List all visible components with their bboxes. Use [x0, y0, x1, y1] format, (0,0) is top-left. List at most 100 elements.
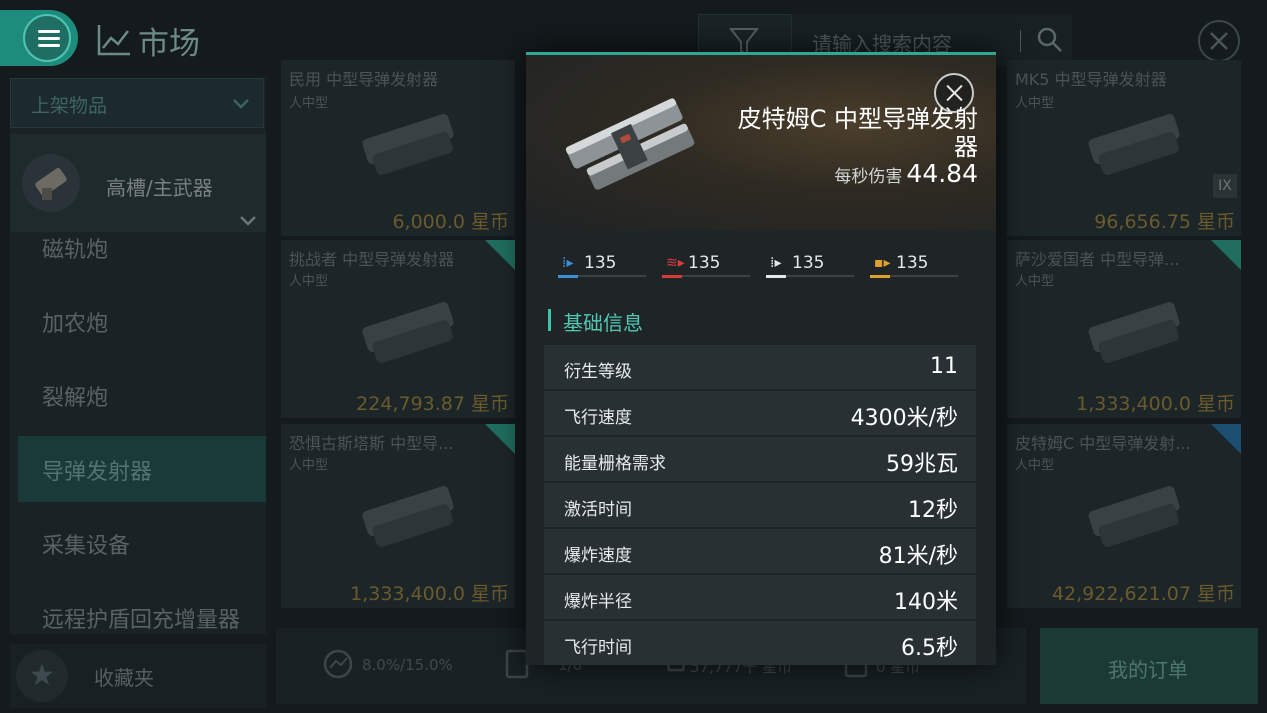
market-item-card[interactable]: 挑战者 中型导弹发射器 人中型 224,793.87 星币 [281, 240, 515, 418]
property-label: 飞行时间 [564, 638, 632, 658]
listing-type-dropdown[interactable]: 上架物品 [10, 78, 264, 128]
my-orders-button[interactable]: 我的订单 [1040, 628, 1258, 704]
item-name: 皮特姆C 中型导弹发射... [1015, 434, 1191, 453]
dps-value: 44.84 [906, 159, 978, 188]
item-price: 1,333,400.0 星币 [350, 583, 509, 605]
market-item-card[interactable]: 萨沙爱国者 中型导弹... 人中型 1,333,400.0 星币 [1007, 240, 1241, 418]
item-size: 人中型 [1015, 458, 1055, 473]
property-label: 爆炸半径 [564, 592, 632, 612]
property-value: 59兆瓦 [886, 452, 958, 477]
dps-readout: 每秒伤害 44.84 [834, 159, 978, 188]
rarity-badge [1211, 424, 1241, 454]
property-row: 激活时间 12秒 [544, 483, 976, 527]
search-icon[interactable] [1036, 26, 1064, 54]
tech-level-badge: IX [1213, 174, 1237, 198]
property-list: 衍生等级 11 飞行速度 4300米/秒 能量栅格需求 59兆瓦 激活时间 12… [544, 345, 976, 665]
item-name: 恐惧古斯塔斯 中型导... [289, 434, 454, 453]
kinetic-damage-icon: ⁞▸ [770, 255, 782, 271]
search-divider [1020, 30, 1021, 52]
property-value: 140米 [894, 590, 958, 615]
property-label: 激活时间 [564, 500, 632, 520]
sidebar-item-disintegrator[interactable]: 裂解炮 [18, 362, 266, 428]
em-damage: ⁞▸ 135 [558, 251, 646, 279]
missile-launcher-image [362, 302, 454, 363]
damage-bar [558, 275, 578, 278]
dps-label: 每秒伤害 [834, 167, 903, 187]
chart-icon [97, 25, 130, 56]
damage-bar [662, 275, 682, 278]
item-detail-modal: 皮特姆C 中型导弹发射器 每秒伤害 44.84 ⁞▸ 135 ≋▸ 135 ⁞▸ … [526, 52, 996, 665]
property-label: 衍生等级 [564, 362, 632, 382]
item-name: MK5 中型导弹发射器 [1015, 70, 1167, 89]
favorites-label: 收藏夹 [94, 666, 154, 690]
damage-types: ⁞▸ 135 ≋▸ 135 ⁞▸ 135 ▪▸ 135 [558, 251, 968, 281]
property-value: 4300米/秒 [850, 406, 958, 431]
close-icon [1210, 32, 1228, 50]
property-row: 爆炸速度 81米/秒 [544, 529, 976, 573]
item-size: 人中型 [289, 96, 329, 111]
property-row: 飞行时间 6.5秒 [544, 621, 976, 665]
item-price: 224,793.87 星币 [356, 393, 509, 415]
explosive-damage-icon: ▪▸ [874, 255, 891, 271]
sidebar-item-label: 磁轨炮 [42, 238, 109, 263]
missile-launcher-image [1088, 486, 1180, 547]
sidebar-item-label: 导弹发射器 [42, 460, 153, 485]
property-value: 6.5秒 [901, 636, 958, 661]
sidebar: 上架物品 高槽/主武器 磁轨炮 加农炮 裂解炮 导弹发射器 采集设备 远程护盾回… [10, 78, 266, 634]
item-price: 6,000.0 星币 [392, 211, 509, 233]
item-name: 皮特姆C 中型导弹发射器 [737, 105, 978, 161]
favorites-button[interactable]: ★ 收藏夹 [10, 644, 266, 708]
item-name: 民用 中型导弹发射器 [289, 70, 439, 89]
market-item-card[interactable]: 民用 中型导弹发射器 人中型 6,000.0 星币 [281, 60, 515, 236]
thermal-damage-icon: ≋▸ [666, 255, 685, 271]
sidebar-item-label: 裂解炮 [42, 386, 109, 411]
sidebar-item-mining[interactable]: 采集设备 [18, 510, 266, 576]
close-market-button[interactable] [1198, 20, 1240, 62]
page-title: 市场 [138, 25, 200, 62]
kinetic-damage: ⁞▸ 135 [766, 251, 854, 279]
tax-chart-icon [323, 649, 353, 679]
market-item-card[interactable]: 恐惧古斯塔斯 中型导... 人中型 1,333,400.0 星币 [281, 424, 515, 608]
rarity-badge [485, 424, 515, 454]
item-hero-banner: 皮特姆C 中型导弹发射器 每秒伤害 44.84 [526, 55, 996, 230]
property-row: 爆炸半径 140米 [544, 575, 976, 619]
slot-label: 高槽/主武器 [106, 176, 213, 200]
item-size: 人中型 [1015, 274, 1055, 289]
weapon-slot-icon [22, 154, 80, 212]
explosive-damage: ▪▸ 135 [870, 251, 958, 279]
property-row: 衍生等级 11 [544, 345, 976, 389]
market-item-card[interactable]: MK5 中型导弹发射器 人中型 IX 96,656.75 星币 [1007, 60, 1241, 236]
dropdown-label: 上架物品 [31, 95, 108, 117]
item-price: 96,656.75 星币 [1094, 211, 1235, 233]
item-size: 人中型 [289, 274, 329, 289]
damage-value: 135 [896, 253, 929, 273]
rarity-badge [485, 240, 515, 270]
tax-rate: 8.0%/15.0% [362, 656, 453, 674]
market-item-card[interactable]: 皮特姆C 中型导弹发射... 人中型 42,922,621.07 星币 [1007, 424, 1241, 608]
chevron-down-icon [233, 99, 249, 109]
em-damage-icon: ⁞▸ [562, 255, 574, 271]
sidebar-item-shield-transfer[interactable]: 远程护盾回充增量器 [18, 584, 266, 650]
sidebar-item-label: 加农炮 [42, 312, 109, 337]
missile-launcher-image [1088, 114, 1180, 175]
rarity-badge [1211, 240, 1241, 270]
damage-bar [766, 275, 786, 278]
property-row: 能量栅格需求 59兆瓦 [544, 437, 976, 481]
item-price: 42,922,621.07 星币 [1051, 583, 1235, 605]
star-icon: ★ [16, 650, 68, 702]
page-title-group: 市场 [96, 20, 200, 62]
property-row: 飞行速度 4300米/秒 [544, 391, 976, 435]
missile-launcher-image [1088, 302, 1180, 363]
section-title: 基础信息 [563, 311, 643, 335]
item-name: 挑战者 中型导弹发射器 [289, 250, 455, 269]
sidebar-item-cannon[interactable]: 加农炮 [18, 288, 266, 354]
sidebar-item-missile-launcher[interactable]: 导弹发射器 [18, 436, 266, 502]
property-value: 11 [930, 354, 958, 379]
missile-launcher-image [565, 98, 695, 190]
damage-value: 135 [792, 253, 825, 273]
item-size: 人中型 [1015, 96, 1055, 111]
item-size: 人中型 [289, 458, 329, 473]
sidebar-item-railgun[interactable]: 磁轨炮 [18, 214, 266, 280]
hamburger-icon [23, 14, 71, 62]
menu-button[interactable] [0, 10, 78, 66]
